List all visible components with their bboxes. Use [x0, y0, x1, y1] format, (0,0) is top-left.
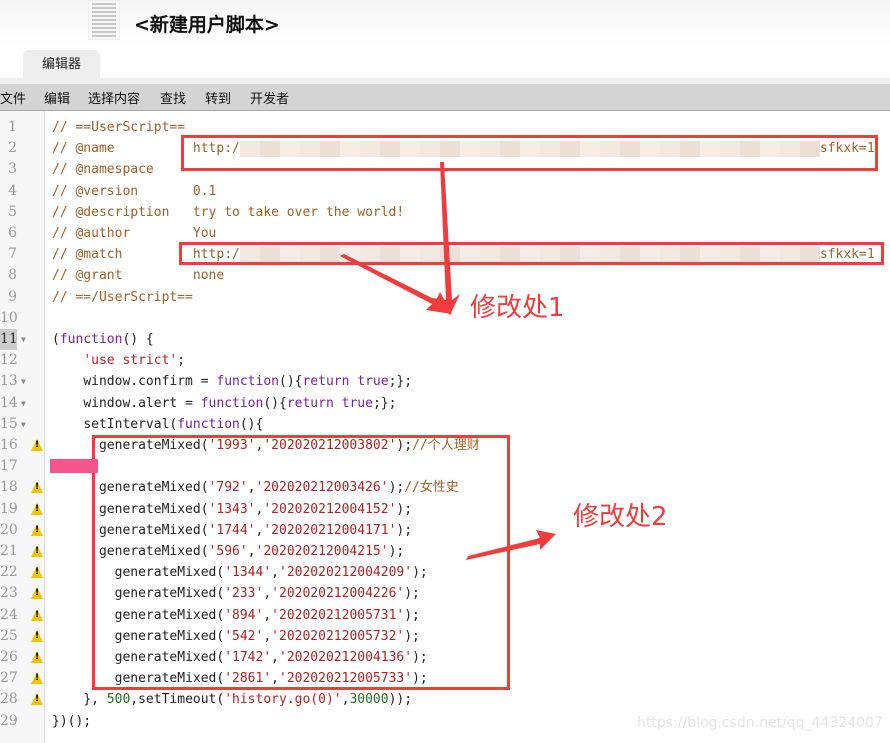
arrow-1b: [340, 254, 452, 314]
annotation-mod1: 修改处1: [470, 293, 565, 323]
arrow-1a: [432, 162, 460, 315]
arrow-2: [466, 530, 556, 560]
annotation-mod2: 修改处2: [573, 502, 668, 532]
watermark: https://blog.csdn.net/qq_44324007: [637, 715, 883, 731]
annotation-arrows: [340, 162, 556, 560]
